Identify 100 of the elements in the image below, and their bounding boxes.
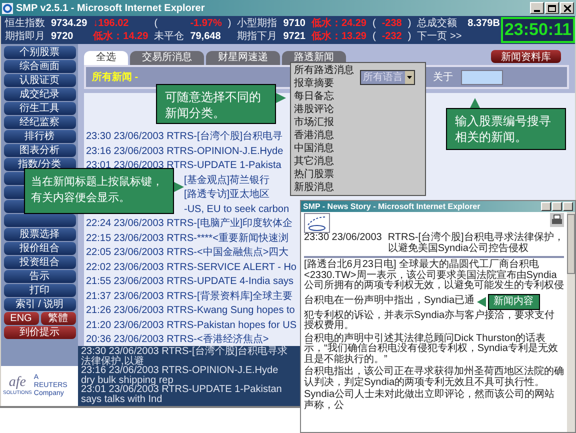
language-button[interactable]: 繁體 bbox=[40, 312, 76, 325]
maximize-button[interactable] bbox=[552, 202, 562, 211]
news-tab[interactable]: 全选 bbox=[84, 51, 128, 65]
sidebar-button[interactable]: 告示 bbox=[4, 270, 76, 283]
quote-text: -232 bbox=[382, 30, 402, 43]
close-icon bbox=[564, 4, 570, 12]
story-paragraph: 台积电的声明中引述其法律总顾问Dick Thurston的话表示，“我们确信台积电没有侵犯专利权，Syndia专利是无效且是不能执行的。” bbox=[304, 334, 559, 365]
news-headline-link[interactable]: -US, EU to seek carbon bbox=[184, 204, 290, 214]
news-headline-link[interactable]: 22:15 23/06/2003 RTRS-****<重要新闻快速浏 bbox=[86, 232, 288, 244]
maximize-icon bbox=[548, 4, 556, 12]
minimize-button[interactable] bbox=[530, 2, 544, 14]
quote-text: 9734.29 bbox=[51, 17, 88, 30]
close-button[interactable] bbox=[563, 202, 573, 211]
ticker-line[interactable]: 23:16 23/06/2003 RTRS-OPINION-J.E.Hyde dry bulk shipping rep bbox=[81, 366, 291, 386]
quote-text: -1.97% bbox=[190, 17, 222, 30]
news-headline-link[interactable]: 22:02 23/06/2003 RTRS-SERVICE ALERT - Ho bbox=[86, 262, 296, 272]
story-paragraph: 台积电在一份声明中指出，Syndia已通 bbox=[304, 296, 475, 307]
story-paragraph: 台积电指出，该公司正在寻求获得加州圣荷西地区法院的确认判决，判定Syndia的两项专利无效且不具可执行性。 bbox=[304, 367, 564, 388]
news-headline-link[interactable]: 20:36 23/06/2003 RTRS-<香港经济焦点> bbox=[86, 334, 269, 345]
menu-item[interactable]: 所有路透消息 bbox=[294, 64, 354, 77]
story-time: 23:30 23/06/2003 bbox=[304, 233, 382, 245]
callout-pointer bbox=[174, 182, 184, 192]
clock: 23:50:11 bbox=[501, 17, 575, 43]
story-paragraph: [路透台北6月23日电] 全球最大的晶圆代工厂商台积电<2330.TW>周一表示，该公司要求美国法院宣布由Syndia公司所拥有的两项专利权无效，以避免可能发生的专利权侵 bbox=[304, 260, 564, 292]
quote-text: -238 bbox=[382, 17, 402, 30]
news-tab[interactable]: 交易所消息 bbox=[130, 51, 204, 65]
menu-item[interactable]: 香港消息 bbox=[294, 129, 334, 142]
quote-text: 8.379B bbox=[468, 17, 500, 30]
story-paragraph: 犯专利权的诉讼，并表示Syndia亦与客户接洽，要求支付授权费用。 bbox=[304, 310, 556, 332]
sidebar-button[interactable]: 经纪监察 bbox=[4, 116, 76, 129]
hint-tooltip: 当在新闻标题上按鼠标键，有关内容便会显示。 bbox=[24, 168, 174, 214]
ticker-line[interactable]: 23:01 23/06/2003 RTRS-UPDATE 1-Pakistan says talks with Ind bbox=[81, 385, 291, 405]
quote-text: ( bbox=[372, 30, 376, 43]
news-headline-link[interactable]: 22:24 23/06/2003 RTRS-[电脑产业]印度软体企 bbox=[86, 218, 293, 229]
scrollbar[interactable] bbox=[567, 212, 575, 432]
menu-item[interactable]: 新股消息 bbox=[294, 181, 334, 194]
menu-item[interactable]: 港股评论 bbox=[294, 103, 334, 116]
quote-text: 低水：24.29 bbox=[311, 17, 366, 30]
news-headline-link[interactable]: 23:30 23/06/2003 RTRS-[台湾个股]台积电寻 bbox=[86, 131, 283, 142]
language-button[interactable]: ENG bbox=[4, 312, 38, 325]
sidebar-button[interactable]: 打印 bbox=[4, 284, 76, 297]
quote-text: 9720 bbox=[51, 30, 74, 43]
sidebar-button[interactable]: 认股证页 bbox=[4, 74, 76, 87]
news-headline-link[interactable]: 22:05 23/06/2003 RTRS-<中国金融焦点>四大 bbox=[86, 247, 289, 258]
news-headline-link[interactable]: 21:26 23/06/2003 RTRS-Kwang Sung hopes to bbox=[86, 305, 295, 316]
quote-text: ) bbox=[408, 17, 412, 30]
sidebar-button[interactable]: 索引 / 说明 bbox=[4, 298, 76, 311]
menu-item[interactable]: 报章摘要 bbox=[294, 77, 334, 90]
news-headline-link[interactable]: 21:20 23/06/2003 RTRS-Pakistan hopes for US bbox=[86, 320, 296, 330]
news-headline-link[interactable]: 21:55 23/06/2003 RTRS-UPDATE 4-India says bbox=[86, 276, 294, 287]
menu-item[interactable]: 其它消息 bbox=[294, 155, 334, 168]
sidebar-button[interactable]: 成交纪录 bbox=[4, 88, 76, 101]
sidebar-button[interactable]: 排行榜 bbox=[4, 130, 76, 143]
quote-text: 恒生指数 bbox=[5, 17, 45, 30]
minimize-button[interactable] bbox=[541, 202, 551, 211]
sidebar-button[interactable]: 股票选择 bbox=[4, 228, 76, 241]
quote-text: 小型期指 bbox=[237, 17, 278, 30]
price-alert-button[interactable]: 到价提示 bbox=[4, 326, 76, 339]
category-label: 所有新闻 - bbox=[92, 70, 138, 84]
printer-icon[interactable] bbox=[550, 213, 564, 227]
quote-text: 低水：14.29 bbox=[93, 30, 148, 43]
callout-pointer bbox=[470, 98, 480, 108]
menu-item[interactable]: 每日备忘 bbox=[294, 90, 334, 103]
quote-text: ↓196.02 bbox=[93, 17, 130, 30]
sidebar-button[interactable]: 综合画面 bbox=[4, 60, 76, 73]
sidebar-button[interactable]: 个别股票 bbox=[4, 46, 76, 59]
quote-text: 未平仓 bbox=[154, 30, 184, 43]
sidebar-button[interactable]: 投资组合 bbox=[4, 256, 76, 269]
quote-text: 期指即月 bbox=[5, 30, 45, 43]
hint-tooltip: 输入股票编号搜寻相关的新闻。 bbox=[446, 108, 566, 150]
window-title: SMP v2.5.1 - Microsoft Internet Explorer bbox=[16, 2, 205, 14]
quote-text: 9710 bbox=[283, 17, 306, 30]
stock-code-field[interactable] bbox=[461, 70, 504, 84]
news-archive-button[interactable]: 新闻资料库 bbox=[491, 50, 561, 62]
sidebar-button[interactable]: 报价组合 bbox=[4, 242, 76, 255]
news-headline-link[interactable]: [基金观点]荷兰银行 bbox=[184, 174, 270, 186]
ticker-line[interactable]: 23:30 23/06/2003 RTRS-[台湾个股]台积电寻求法律保护,以避 bbox=[81, 347, 291, 366]
news-headline-link[interactable]: [路透专访]亚太地区 bbox=[184, 189, 270, 200]
hint-tooltip: 可随意选择不同的新闻分类。 bbox=[156, 84, 276, 124]
news-headline-link[interactable]: 21:37 23/06/2003 RTRS-[背景资料库]全球主要 bbox=[86, 290, 293, 302]
next-page-link[interactable]: 下一页 >> bbox=[417, 30, 462, 43]
maximize-button[interactable] bbox=[545, 2, 559, 14]
quote-text: ) bbox=[408, 30, 412, 43]
news-headline-link[interactable]: 23:01 23/06/2003 RTRS-UPDATE 1-Pakista bbox=[86, 160, 282, 171]
news-headline-link[interactable]: 23:16 23/06/2003 RTRS-OPINION-J.E.Hyde bbox=[86, 146, 284, 156]
menu-item[interactable]: 中国消息 bbox=[294, 142, 334, 155]
close-button[interactable] bbox=[560, 2, 574, 14]
story-paragraph: Syndia公司人士未对此做出立即评论，然而该公司的网站声称，公 bbox=[304, 390, 556, 411]
window-title: SMP - News Story - Microsoft Internet Explorer bbox=[303, 202, 480, 211]
menu-item[interactable]: 市场汇报 bbox=[294, 116, 334, 129]
sidebar-button[interactable]: 图表分析 bbox=[4, 144, 76, 157]
quote-text: ( bbox=[372, 17, 376, 30]
callout-pointer bbox=[276, 93, 286, 103]
quote-text: 79,648 bbox=[190, 30, 222, 43]
sidebar-button[interactable]: 衍生工具 bbox=[4, 102, 76, 115]
quote-text: 期指下月 bbox=[237, 30, 278, 43]
quote-text: 总成交额 bbox=[417, 17, 458, 30]
menu-item[interactable]: 热门股票 bbox=[294, 168, 334, 181]
about-label: 关于 bbox=[433, 70, 454, 84]
news-tab[interactable]: 财星网速递 bbox=[206, 51, 280, 65]
